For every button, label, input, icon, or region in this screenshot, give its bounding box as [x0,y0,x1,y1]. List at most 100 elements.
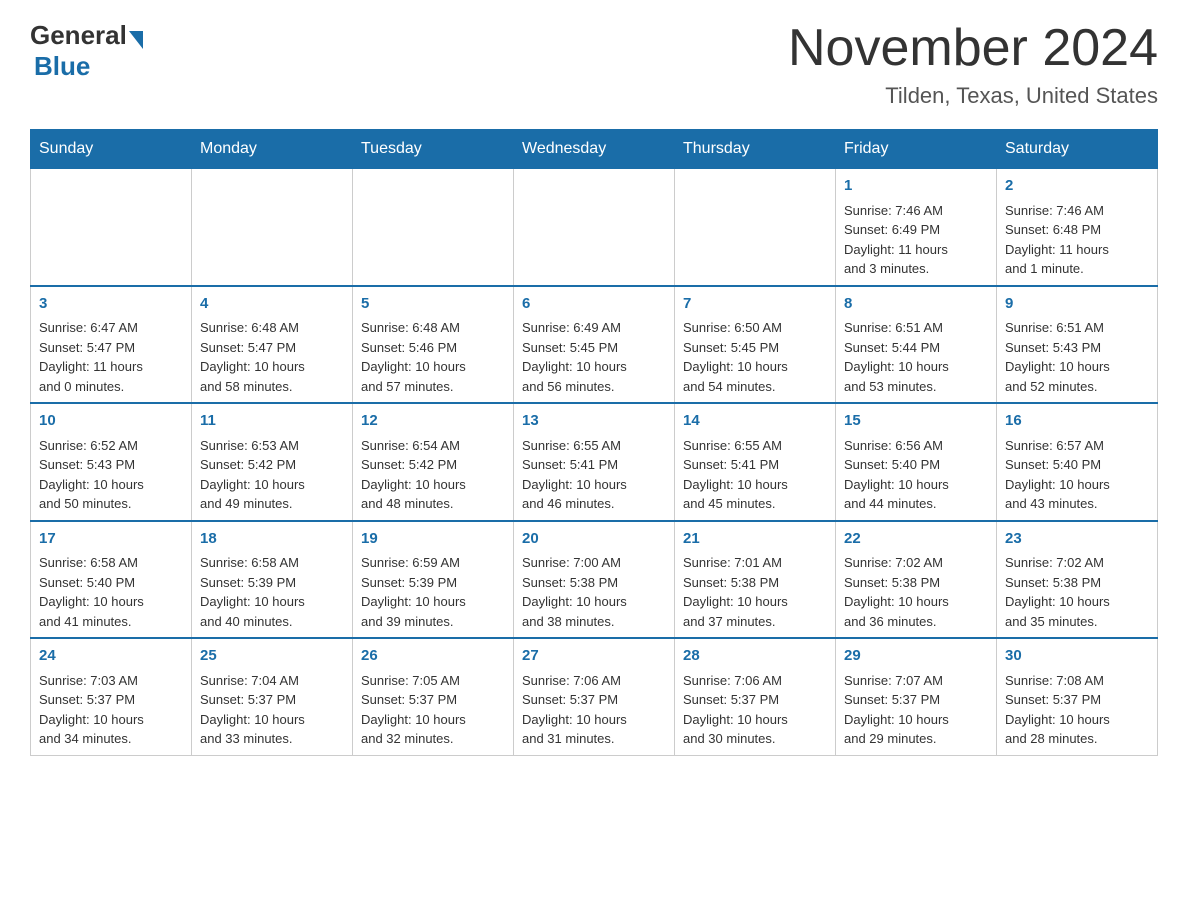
day-info: Sunrise: 7:46 AM Sunset: 6:49 PM Dayligh… [844,201,988,279]
day-number: 5 [361,293,505,316]
logo-arrow-icon [129,31,143,49]
weekday-header-sunday: Sunday [31,130,192,169]
calendar-cell: 1 Sunrise: 7:46 AM Sunset: 6:49 PM Daylig… [836,169,997,286]
calendar-cell [192,169,353,286]
day-number: 16 [1005,410,1149,433]
day-info: Sunrise: 6:54 AM Sunset: 5:42 PM Dayligh… [361,436,505,514]
day-number: 30 [1005,645,1149,668]
location-subtitle: Tilden, Texas, United States [788,83,1158,109]
calendar-cell: 27 Sunrise: 7:06 AM Sunset: 5:37 PM Dayli… [514,638,675,755]
day-number: 3 [39,293,183,316]
day-number: 11 [200,410,344,433]
day-info: Sunrise: 7:06 AM Sunset: 5:37 PM Dayligh… [522,671,666,749]
calendar-cell: 18Sunrise: 6:58 AM Sunset: 5:39 PM Dayli… [192,521,353,639]
calendar-cell: 30 Sunrise: 7:08 AM Sunset: 5:37 PM Dayli… [997,638,1158,755]
title-block: November 2024 Tilden, Texas, United Stat… [788,20,1158,109]
day-number: 27 [522,645,666,668]
day-number: 21 [683,528,827,551]
day-info: Sunrise: 6:50 AM Sunset: 5:45 PM Dayligh… [683,318,827,396]
calendar-cell: 17Sunrise: 6:58 AM Sunset: 5:40 PM Dayli… [31,521,192,639]
day-number: 12 [361,410,505,433]
day-number: 4 [200,293,344,316]
day-info: Sunrise: 7:08 AM Sunset: 5:37 PM Dayligh… [1005,671,1149,749]
day-number: 25 [200,645,344,668]
logo-blue-text: Blue [34,51,90,81]
calendar-cell: 15 Sunrise: 6:56 AM Sunset: 5:40 PM Dayli… [836,403,997,521]
day-info: Sunrise: 7:00 AM Sunset: 5:38 PM Dayligh… [522,553,666,631]
day-info: Sunrise: 7:07 AM Sunset: 5:37 PM Dayligh… [844,671,988,749]
calendar-header-row: SundayMondayTuesdayWednesdayThursdayFrid… [31,130,1158,169]
calendar-cell: 29Sunrise: 7:07 AM Sunset: 5:37 PM Dayli… [836,638,997,755]
day-number: 13 [522,410,666,433]
day-info: Sunrise: 6:57 AM Sunset: 5:40 PM Dayligh… [1005,436,1149,514]
day-info: Sunrise: 6:58 AM Sunset: 5:40 PM Dayligh… [39,553,183,631]
weekday-header-saturday: Saturday [997,130,1158,169]
calendar-cell [514,169,675,286]
day-info: Sunrise: 6:51 AM Sunset: 5:43 PM Dayligh… [1005,318,1149,396]
weekday-header-wednesday: Wednesday [514,130,675,169]
day-info: Sunrise: 6:48 AM Sunset: 5:47 PM Dayligh… [200,318,344,396]
day-number: 28 [683,645,827,668]
calendar-cell: 9Sunrise: 6:51 AM Sunset: 5:43 PM Daylig… [997,286,1158,404]
calendar-cell: 12 Sunrise: 6:54 AM Sunset: 5:42 PM Dayli… [353,403,514,521]
calendar-cell: 2 Sunrise: 7:46 AM Sunset: 6:48 PM Daylig… [997,169,1158,286]
calendar-week-row: 3Sunrise: 6:47 AM Sunset: 5:47 PM Daylig… [31,286,1158,404]
day-info: Sunrise: 7:02 AM Sunset: 5:38 PM Dayligh… [1005,553,1149,631]
day-info: Sunrise: 6:55 AM Sunset: 5:41 PM Dayligh… [683,436,827,514]
calendar-cell: 19Sunrise: 6:59 AM Sunset: 5:39 PM Dayli… [353,521,514,639]
day-info: Sunrise: 6:51 AM Sunset: 5:44 PM Dayligh… [844,318,988,396]
calendar-week-row: 1 Sunrise: 7:46 AM Sunset: 6:49 PM Daylig… [31,169,1158,286]
day-info: Sunrise: 6:56 AM Sunset: 5:40 PM Dayligh… [844,436,988,514]
calendar-cell: 25 Sunrise: 7:04 AM Sunset: 5:37 PM Dayli… [192,638,353,755]
calendar-cell: 23Sunrise: 7:02 AM Sunset: 5:38 PM Dayli… [997,521,1158,639]
day-number: 1 [844,175,988,198]
month-title: November 2024 [788,20,1158,77]
logo: General Blue [30,20,143,82]
day-number: 19 [361,528,505,551]
day-info: Sunrise: 7:46 AM Sunset: 6:48 PM Dayligh… [1005,201,1149,279]
day-info: Sunrise: 6:58 AM Sunset: 5:39 PM Dayligh… [200,553,344,631]
calendar-cell: 28 Sunrise: 7:06 AM Sunset: 5:37 PM Dayli… [675,638,836,755]
day-info: Sunrise: 6:47 AM Sunset: 5:47 PM Dayligh… [39,318,183,396]
calendar-week-row: 10Sunrise: 6:52 AM Sunset: 5:43 PM Dayli… [31,403,1158,521]
day-info: Sunrise: 6:49 AM Sunset: 5:45 PM Dayligh… [522,318,666,396]
day-number: 9 [1005,293,1149,316]
day-info: Sunrise: 6:48 AM Sunset: 5:46 PM Dayligh… [361,318,505,396]
weekday-header-friday: Friday [836,130,997,169]
calendar-cell: 13 Sunrise: 6:55 AM Sunset: 5:41 PM Dayli… [514,403,675,521]
day-info: Sunrise: 7:04 AM Sunset: 5:37 PM Dayligh… [200,671,344,749]
day-number: 17 [39,528,183,551]
day-number: 2 [1005,175,1149,198]
day-number: 7 [683,293,827,316]
day-info: Sunrise: 6:59 AM Sunset: 5:39 PM Dayligh… [361,553,505,631]
weekday-header-tuesday: Tuesday [353,130,514,169]
day-info: Sunrise: 7:01 AM Sunset: 5:38 PM Dayligh… [683,553,827,631]
day-info: Sunrise: 7:05 AM Sunset: 5:37 PM Dayligh… [361,671,505,749]
day-number: 8 [844,293,988,316]
day-number: 18 [200,528,344,551]
page-header: General Blue November 2024 Tilden, Texas… [30,20,1158,109]
calendar-cell: 11 Sunrise: 6:53 AM Sunset: 5:42 PM Dayli… [192,403,353,521]
day-number: 6 [522,293,666,316]
calendar-cell: 4Sunrise: 6:48 AM Sunset: 5:47 PM Daylig… [192,286,353,404]
day-number: 26 [361,645,505,668]
day-info: Sunrise: 7:02 AM Sunset: 5:38 PM Dayligh… [844,553,988,631]
calendar-cell: 21Sunrise: 7:01 AM Sunset: 5:38 PM Dayli… [675,521,836,639]
calendar-cell: 7Sunrise: 6:50 AM Sunset: 5:45 PM Daylig… [675,286,836,404]
day-number: 20 [522,528,666,551]
weekday-header-monday: Monday [192,130,353,169]
logo-general-text: General [30,20,127,51]
calendar-cell: 10Sunrise: 6:52 AM Sunset: 5:43 PM Dayli… [31,403,192,521]
day-number: 15 [844,410,988,433]
day-info: Sunrise: 7:06 AM Sunset: 5:37 PM Dayligh… [683,671,827,749]
calendar-cell: 8Sunrise: 6:51 AM Sunset: 5:44 PM Daylig… [836,286,997,404]
day-info: Sunrise: 6:55 AM Sunset: 5:41 PM Dayligh… [522,436,666,514]
calendar-cell: 3Sunrise: 6:47 AM Sunset: 5:47 PM Daylig… [31,286,192,404]
weekday-header-thursday: Thursday [675,130,836,169]
calendar-week-row: 17Sunrise: 6:58 AM Sunset: 5:40 PM Dayli… [31,521,1158,639]
calendar-cell: 16 Sunrise: 6:57 AM Sunset: 5:40 PM Dayli… [997,403,1158,521]
day-info: Sunrise: 6:53 AM Sunset: 5:42 PM Dayligh… [200,436,344,514]
day-info: Sunrise: 6:52 AM Sunset: 5:43 PM Dayligh… [39,436,183,514]
calendar-cell: 22Sunrise: 7:02 AM Sunset: 5:38 PM Dayli… [836,521,997,639]
calendar-cell: 20Sunrise: 7:00 AM Sunset: 5:38 PM Dayli… [514,521,675,639]
